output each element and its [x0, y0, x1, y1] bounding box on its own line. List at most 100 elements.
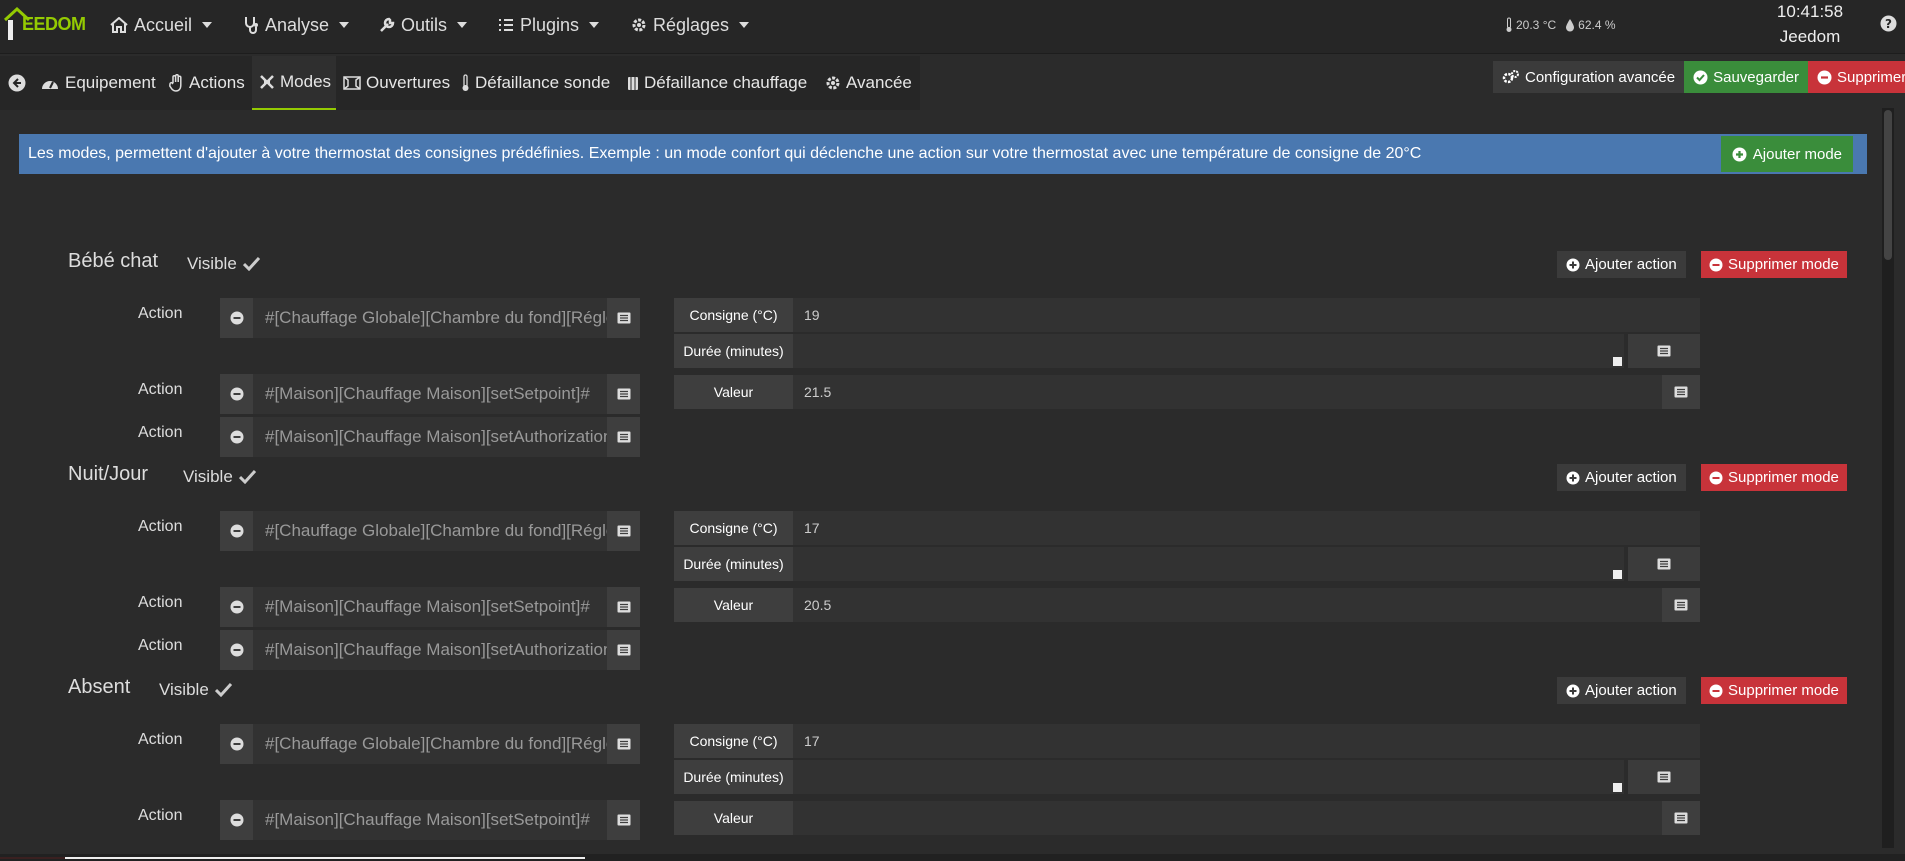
resize-handle[interactable]: [1613, 570, 1622, 579]
remove-action-button[interactable]: [220, 630, 253, 670]
mode-visible-checkbox[interactable]: Visible: [183, 467, 256, 487]
select-command-button[interactable]: [1628, 334, 1700, 368]
advanced-config-button[interactable]: Configuration avancée: [1493, 61, 1685, 93]
tab-equipement[interactable]: Equipement: [40, 56, 156, 110]
nav-outils[interactable]: Outils: [379, 12, 468, 38]
tab-defaillance-sonde[interactable]: Défaillance sonde: [461, 56, 610, 110]
duree-textarea[interactable]: [793, 760, 1624, 794]
add-action-button[interactable]: Ajouter action: [1557, 677, 1686, 704]
select-command-button[interactable]: [1662, 588, 1700, 622]
weather-widget: 20.3 °C 62.4 %: [1505, 17, 1616, 33]
remove-action-button[interactable]: [220, 587, 253, 627]
valeur-label: Valeur: [674, 801, 793, 835]
nav-plugins[interactable]: Plugins: [498, 12, 600, 38]
list-alt-icon: [617, 738, 630, 750]
select-command-button[interactable]: [1662, 375, 1700, 409]
valeur-input[interactable]: [793, 801, 1662, 835]
action-command-input[interactable]: #[Chauffage Globale][Chambre du fond][Ré…: [253, 511, 607, 551]
select-command-button[interactable]: [607, 417, 640, 457]
delete-mode-button[interactable]: Supprimer mode: [1701, 677, 1847, 704]
save-label: Sauvegarder: [1713, 68, 1800, 86]
action-command-input[interactable]: #[Maison][Chauffage Maison][setAuthoriza…: [253, 417, 607, 457]
remove-action-button[interactable]: [220, 800, 253, 840]
add-mode-button[interactable]: Ajouter mode: [1720, 136, 1853, 172]
mode-visible-checkbox[interactable]: Visible: [159, 680, 232, 700]
svg-text:?: ?: [1885, 17, 1892, 31]
consigne-input[interactable]: 19: [793, 298, 1700, 332]
duree-label: Durée (minutes): [674, 547, 793, 581]
resize-handle[interactable]: [1613, 357, 1622, 366]
tab-ouvertures[interactable]: Ouvertures: [343, 56, 450, 110]
action-command-input[interactable]: #[Maison][Chauffage Maison][setSetpoint]…: [253, 800, 607, 840]
minus-circle-icon: [230, 600, 243, 614]
minus-circle-icon: [1817, 70, 1832, 84]
consigne-input[interactable]: 17: [793, 511, 1700, 545]
delete-mode-button[interactable]: Supprimer mode: [1701, 464, 1847, 491]
scrollbar-thumb[interactable]: [1884, 110, 1892, 260]
action-row: #[Chauffage Globale][Chambre du fond][Ré…: [220, 724, 640, 764]
list-icon: [499, 19, 513, 31]
select-command-button[interactable]: [607, 374, 640, 414]
valeur-label: Valeur: [674, 588, 793, 622]
consigne-label: Consigne (°C): [674, 724, 793, 758]
remove-action-button[interactable]: [220, 417, 253, 457]
jeedom-logo[interactable]: EEDOM: [0, 0, 96, 54]
tab-actions[interactable]: Actions: [168, 56, 245, 110]
window-icon: [343, 76, 361, 90]
duree-textarea[interactable]: [793, 547, 1624, 581]
add-action-button[interactable]: Ajouter action: [1557, 464, 1686, 491]
consigne-input[interactable]: 17: [793, 724, 1700, 758]
remove-action-button[interactable]: [220, 724, 253, 764]
advanced-config-label: Configuration avancée: [1525, 68, 1676, 86]
delete-mode-button[interactable]: Supprimer mode: [1701, 251, 1847, 278]
delete-button[interactable]: Supprimer: [1808, 61, 1905, 93]
select-command-button[interactable]: [1628, 547, 1700, 581]
modes-info-alert: Les modes, permettent d'ajouter à votre …: [19, 134, 1867, 174]
nav-reglages[interactable]: Réglages: [631, 12, 750, 38]
arrow-left-circle-icon: [8, 74, 26, 92]
nav-accueil[interactable]: Accueil: [110, 12, 213, 38]
tab-modes[interactable]: Modes: [252, 56, 336, 110]
select-command-button[interactable]: [607, 298, 640, 338]
equipment-toolbar: Configuration avancée Sauvegarder Suppri…: [1493, 61, 1905, 93]
help-icon[interactable]: ?: [1880, 15, 1897, 32]
select-command-button[interactable]: [1662, 801, 1700, 835]
tab-avancee[interactable]: Avancée: [825, 56, 912, 110]
valeur-input[interactable]: 21.5: [793, 375, 1662, 409]
resize-handle[interactable]: [1613, 783, 1622, 792]
scrollbar[interactable]: [1882, 108, 1894, 848]
action-command-input[interactable]: #[Maison][Chauffage Maison][setAuthoriza…: [253, 630, 607, 670]
mode-visible-checkbox[interactable]: Visible: [187, 254, 260, 274]
gears-icon: [1502, 70, 1519, 84]
save-button[interactable]: Sauvegarder: [1684, 61, 1809, 93]
remove-action-button[interactable]: [220, 374, 253, 414]
back-button[interactable]: [8, 56, 32, 110]
user-name[interactable]: Jeedom: [1760, 26, 1860, 48]
select-command-button[interactable]: [607, 800, 640, 840]
list-alt-icon: [1674, 599, 1688, 611]
nav-outils-label: Outils: [401, 14, 448, 35]
select-command-button[interactable]: [1628, 760, 1700, 794]
consigne-row: Consigne (°C) 17: [674, 511, 1700, 545]
action-command-input[interactable]: #[Chauffage Globale][Chambre du fond][Ré…: [253, 298, 607, 338]
select-command-button[interactable]: [607, 724, 640, 764]
action-command-input[interactable]: #[Chauffage Globale][Chambre du fond][Ré…: [253, 724, 607, 764]
nav-analyse[interactable]: Analyse: [243, 12, 350, 38]
remove-action-button[interactable]: [220, 298, 253, 338]
action-command-input[interactable]: #[Maison][Chauffage Maison][setSetpoint]…: [253, 374, 607, 414]
visible-label: Visible: [183, 467, 233, 486]
select-command-button[interactable]: [607, 630, 640, 670]
droplet-icon: [1566, 19, 1575, 32]
clock-time: 10:41:58: [1776, 2, 1844, 21]
add-action-button[interactable]: Ajouter action: [1557, 251, 1686, 278]
tab-defaillance-chauffage[interactable]: Défaillance chauffage: [627, 56, 807, 110]
gear-icon: [826, 76, 840, 90]
select-command-button[interactable]: [607, 511, 640, 551]
remove-action-button[interactable]: [220, 511, 253, 551]
valeur-input[interactable]: 20.5: [793, 588, 1662, 622]
action-command-input[interactable]: #[Maison][Chauffage Maison][setSetpoint]…: [253, 587, 607, 627]
duree-textarea[interactable]: [793, 334, 1624, 368]
select-command-button[interactable]: [607, 587, 640, 627]
bottom-strip: [0, 854, 1905, 861]
action-row: #[Chauffage Globale][Chambre du fond][Ré…: [220, 298, 640, 338]
